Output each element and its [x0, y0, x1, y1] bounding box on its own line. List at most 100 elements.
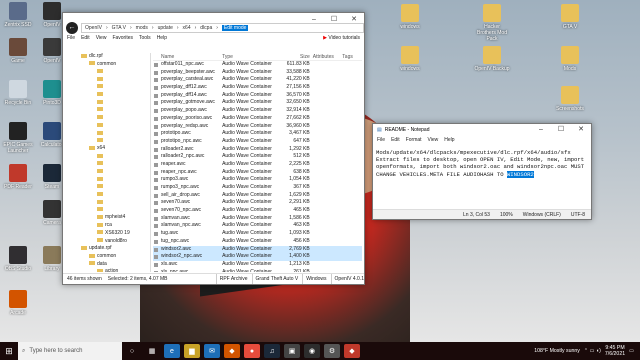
desktop-icon[interactable]: Zentrix SSD: [0, 2, 36, 28]
desktop-folder[interactable]: windows: [392, 46, 428, 72]
file-row[interactable]: windsor2.awc Audio Wave Container 2,769 KB: [153, 245, 362, 254]
tree-node[interactable]: [65, 68, 150, 76]
file-row[interactable]: ralloader2_npc.awc Audio Wave Container 51…: [153, 153, 362, 161]
desktop-icon[interactable]: Arcade: [0, 290, 36, 316]
column-header[interactable]: Attributes: [313, 53, 343, 60]
maximize-button[interactable]: ☐: [551, 124, 571, 136]
taskbar-app-icon[interactable]: ✉: [204, 344, 220, 358]
file-row[interactable]: slamvan_npc.awc Audio Wave Container 463 K…: [153, 222, 362, 230]
desktop-folder[interactable]: OpenIV Backup: [474, 46, 510, 72]
close-button[interactable]: ✕: [571, 124, 591, 136]
taskbar-app-icon[interactable]: ◆: [224, 344, 240, 358]
desktop-folder[interactable]: GTA V: [552, 4, 588, 30]
taskbar-app-icon[interactable]: ▣: [284, 344, 300, 358]
breadcrumb[interactable]: OpenIV › GTA V › mods › update › x64 › dlcpa › Edit …: [81, 23, 364, 33]
tree-node[interactable]: XS6320 19: [65, 230, 150, 238]
weather-widget[interactable]: 108°F Mostly sunny: [534, 348, 580, 354]
taskbar-app-icon[interactable]: ○: [124, 344, 140, 358]
file-row[interactable]: prototipo_npc.awc Audio Wave Container 647…: [153, 138, 362, 146]
file-row[interactable]: poverplay_pooriso.awc Audio Wave Containe…: [153, 115, 362, 123]
minimize-button[interactable]: –: [531, 124, 551, 136]
tree-node[interactable]: [65, 99, 150, 107]
video-tutorials-link[interactable]: ▶ Video tutorials: [323, 35, 360, 41]
tree-node[interactable]: update.rpf: [65, 245, 150, 253]
tree-node[interactable]: [65, 138, 150, 146]
tree-node[interactable]: [65, 176, 150, 184]
column-header[interactable]: Size: [283, 53, 313, 60]
tree-node[interactable]: [65, 161, 150, 169]
start-button[interactable]: ⊞: [0, 342, 18, 360]
file-row[interactable]: poverplay_redsp.awc Audio Wave Container 3…: [153, 123, 362, 131]
file-row[interactable]: poverplay_carsteal.awc Audio Wave Contain…: [153, 76, 362, 84]
menu-item[interactable]: File: [377, 137, 385, 143]
file-row[interactable]: poverplay_gotmove.awc Audio Wave Containe…: [153, 99, 362, 107]
tree-node[interactable]: [65, 122, 150, 130]
tree-node[interactable]: action: [65, 268, 150, 272]
file-row[interactable]: tug.awc Audio Wave Container 1,093 KB: [153, 230, 362, 238]
taskbar-app-icon[interactable]: ⚙: [324, 344, 340, 358]
column-header[interactable]: Tags: [342, 53, 362, 60]
menu-item[interactable]: Favorites: [112, 35, 133, 41]
desktop-folder[interactable]: Screenshots: [552, 86, 588, 112]
taskbar-app-icon[interactable]: ▆: [184, 344, 200, 358]
file-row[interactable]: seven70_npc.awc Audio Wave Container 465 K…: [153, 207, 362, 215]
file-row[interactable]: rumpo3.awc Audio Wave Container 1,054 KB: [153, 176, 362, 184]
menu-item[interactable]: View: [428, 137, 439, 143]
breadcrumb-item[interactable]: dlcpa: [200, 25, 212, 31]
file-row[interactable]: tug_npc.awc Audio Wave Container 456 KB: [153, 238, 362, 246]
tree-node[interactable]: vanold8ro: [65, 238, 150, 246]
tree-node[interactable]: [65, 91, 150, 99]
search-box[interactable]: ⌕ Type here to search: [18, 342, 122, 360]
file-row[interactable]: prototipo.awc Audio Wave Container 3,467 K…: [153, 130, 362, 138]
file-row[interactable]: reaper_npc.awc Audio Wave Container 638 KB: [153, 169, 362, 177]
tree-node[interactable]: [65, 207, 150, 215]
tree-node[interactable]: [65, 153, 150, 161]
tree-node[interactable]: dlc.rpf: [65, 53, 150, 61]
menu-item[interactable]: Help: [444, 137, 454, 143]
back-button[interactable]: ←: [66, 22, 78, 34]
desktop-icon[interactable]: EPIC Games Launcher: [0, 122, 36, 154]
notepad-text-area[interactable]: Mods/update/x64/dlcpacks/mpexecutive/dlc…: [376, 149, 588, 178]
taskbar-app-icon[interactable]: ◉: [304, 344, 320, 358]
tree-node[interactable]: common: [65, 253, 150, 261]
menu-item[interactable]: File: [67, 35, 75, 41]
menu-item[interactable]: Tools: [139, 35, 151, 41]
tree-node[interactable]: mpheist4: [65, 214, 150, 222]
notifications-icon[interactable]: ▭: [629, 348, 634, 354]
notepad-titlebar[interactable]: ▤ README - Notepad – ☐ ✕: [373, 124, 591, 136]
file-row[interactable]: poverplay_beepster.awc Audio Wave Contain…: [153, 69, 362, 77]
taskbar-app-icon[interactable]: ▦: [144, 344, 160, 358]
tree-node[interactable]: x64: [65, 145, 150, 153]
menu-item[interactable]: View: [96, 35, 107, 41]
desktop-folder[interactable]: Hacker Brothers Mod Pack: [474, 4, 510, 42]
tree-node[interactable]: [65, 107, 150, 115]
breadcrumb-item[interactable]: OpenIV: [85, 25, 102, 31]
file-row[interactable]: slamvan.awc Audio Wave Container 1,586 KB: [153, 215, 362, 223]
menu-item[interactable]: Edit: [81, 35, 90, 41]
desktop-icon[interactable]: OBS Studio: [0, 246, 36, 272]
edit-mode-badge[interactable]: Edit mode: [221, 25, 249, 31]
file-row[interactable]: ralloader2.awc Audio Wave Container 1,292 …: [153, 146, 362, 154]
file-row[interactable]: poverplay_dff14.awc Audio Wave Container 3…: [153, 92, 362, 100]
tree-node[interactable]: data: [65, 261, 150, 269]
desktop-folder[interactable]: Mods: [552, 46, 588, 72]
desktop-icon[interactable]: PDF Reader: [0, 164, 36, 190]
file-row[interactable]: offstar011_npc.awc Audio Wave Container 61…: [153, 61, 362, 69]
breadcrumb-item[interactable]: GTA V: [112, 25, 126, 31]
file-row[interactable]: sell_air_drop.awc Audio Wave Container 1,6…: [153, 192, 362, 200]
tree-node[interactable]: [65, 199, 150, 207]
file-row[interactable]: poverplay_popo.awc Audio Wave Container 32…: [153, 107, 362, 115]
tray-icons[interactable]: ⌃ ▭ ◖): [584, 348, 601, 354]
menu-item[interactable]: Edit: [391, 137, 400, 143]
taskbar-app-icon[interactable]: e: [164, 344, 180, 358]
breadcrumb-item[interactable]: x64: [183, 25, 191, 31]
tree-node[interactable]: [65, 130, 150, 138]
column-header[interactable]: Name: [153, 53, 222, 60]
file-row[interactable]: rumpo3_npc.awc Audio Wave Container 367 KB: [153, 184, 362, 192]
tree-node[interactable]: [65, 76, 150, 84]
taskbar-app-icon[interactable]: ♫: [264, 344, 280, 358]
file-row[interactable]: windsor2_npc.awc Audio Wave Container 1,40…: [153, 253, 362, 261]
tree-node[interactable]: rca: [65, 222, 150, 230]
menu-item[interactable]: Format: [406, 137, 422, 143]
menu-item[interactable]: Help: [157, 35, 167, 41]
